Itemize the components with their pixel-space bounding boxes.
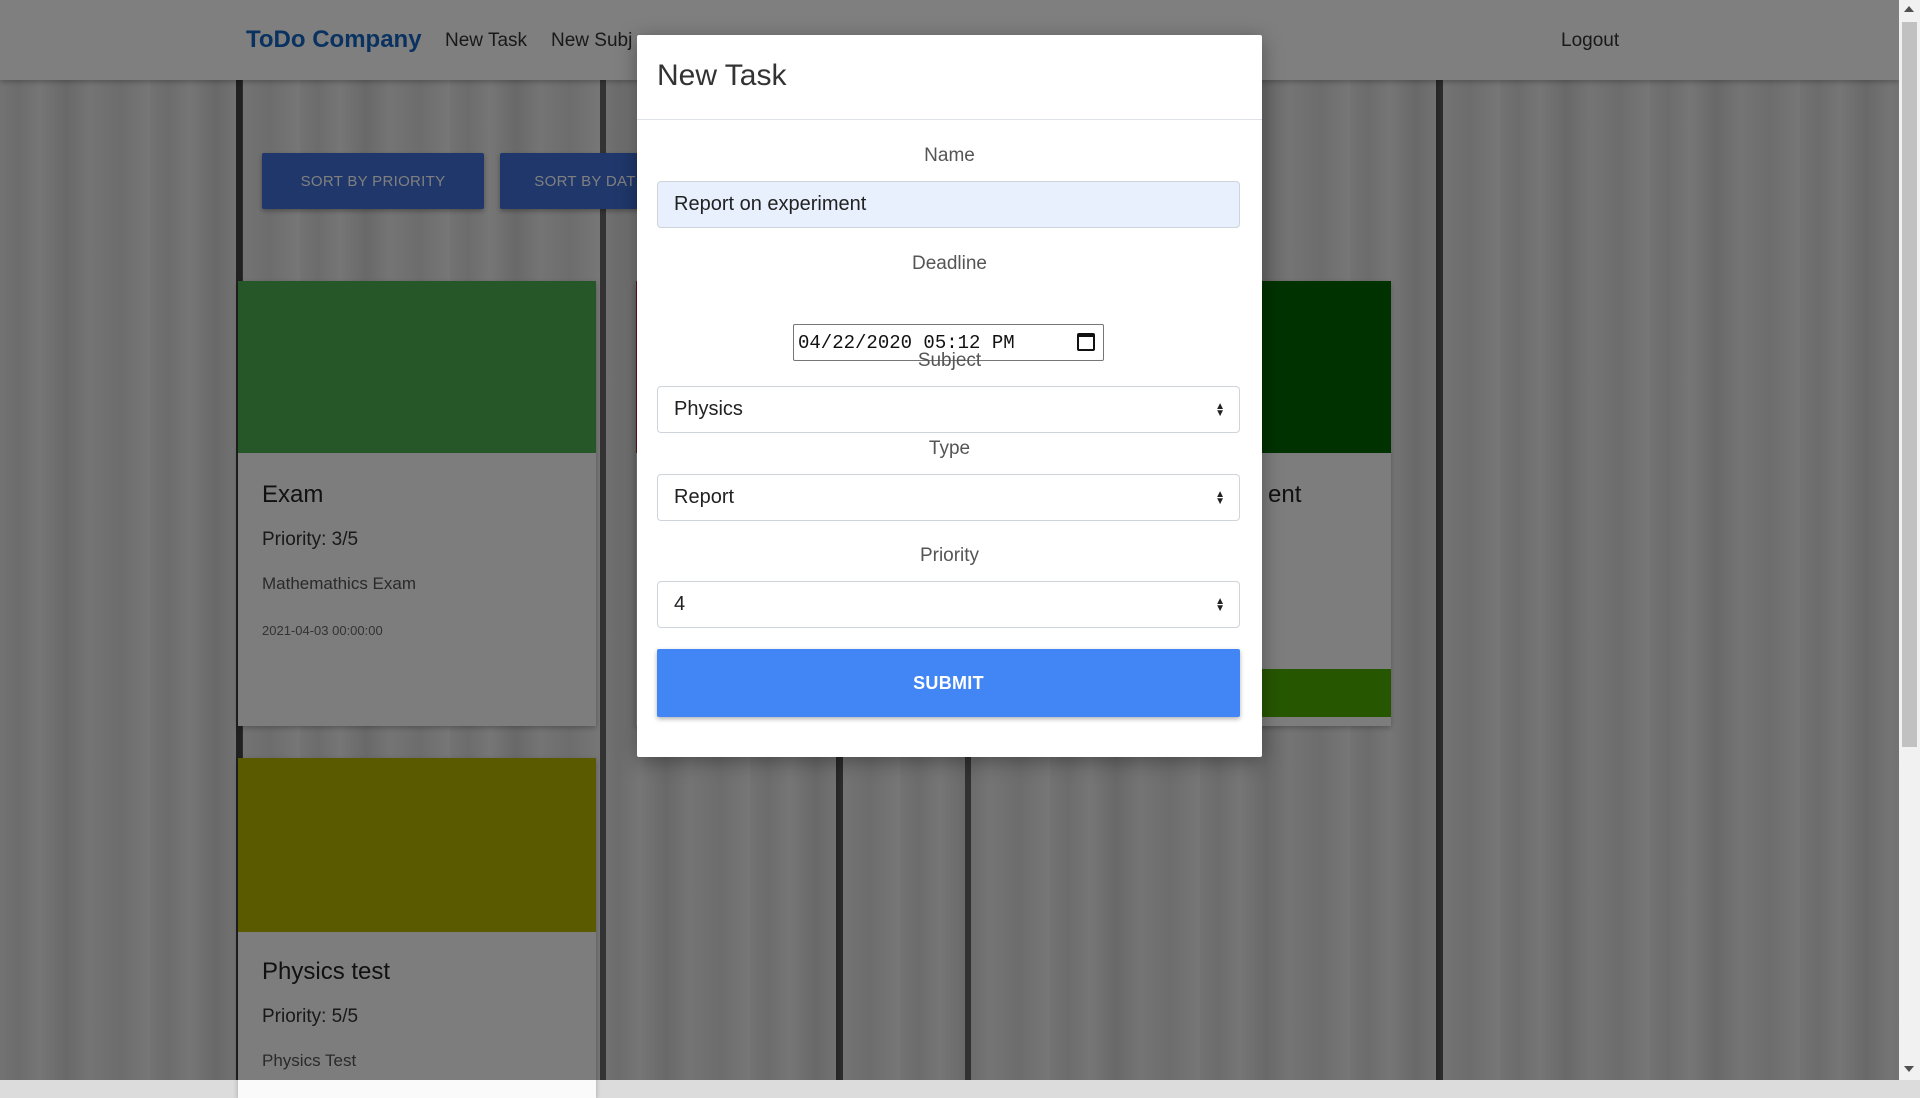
modal-header: New Task bbox=[637, 35, 1262, 120]
submit-button[interactable]: SUBMIT bbox=[657, 649, 1240, 717]
priority-label: Priority bbox=[919, 545, 980, 566]
page-scrollbar[interactable] bbox=[1899, 0, 1920, 1080]
subject-select[interactable]: Physics ▲ ▼ bbox=[657, 386, 1240, 433]
select-arrows-icon: ▲ ▼ bbox=[1215, 400, 1225, 419]
name-label: Name bbox=[924, 145, 975, 166]
subject-select-value: Physics bbox=[674, 398, 743, 420]
calendar-icon[interactable] bbox=[1077, 333, 1095, 351]
deadline-label: Deadline bbox=[912, 253, 987, 274]
new-task-modal: New Task Name Report on experiment Deadl… bbox=[637, 35, 1262, 757]
type-select[interactable]: Report ▲ ▼ bbox=[657, 474, 1240, 521]
subject-label: Subject bbox=[917, 350, 982, 371]
scroll-up-icon[interactable] bbox=[1904, 6, 1914, 12]
scroll-down-icon[interactable] bbox=[1904, 1066, 1914, 1072]
select-arrows-icon: ▲ ▼ bbox=[1215, 595, 1225, 614]
name-input[interactable]: Report on experiment bbox=[657, 181, 1240, 228]
modal-title: New Task bbox=[657, 59, 787, 92]
priority-select-value: 4 bbox=[674, 593, 686, 615]
type-select-value: Report bbox=[674, 486, 735, 508]
select-arrows-icon: ▲ ▼ bbox=[1215, 488, 1225, 507]
name-input-value: Report on experiment bbox=[674, 193, 867, 215]
priority-select[interactable]: 4 ▲ ▼ bbox=[657, 581, 1240, 628]
type-label: Type bbox=[928, 438, 971, 459]
scroll-thumb[interactable] bbox=[1902, 22, 1917, 747]
